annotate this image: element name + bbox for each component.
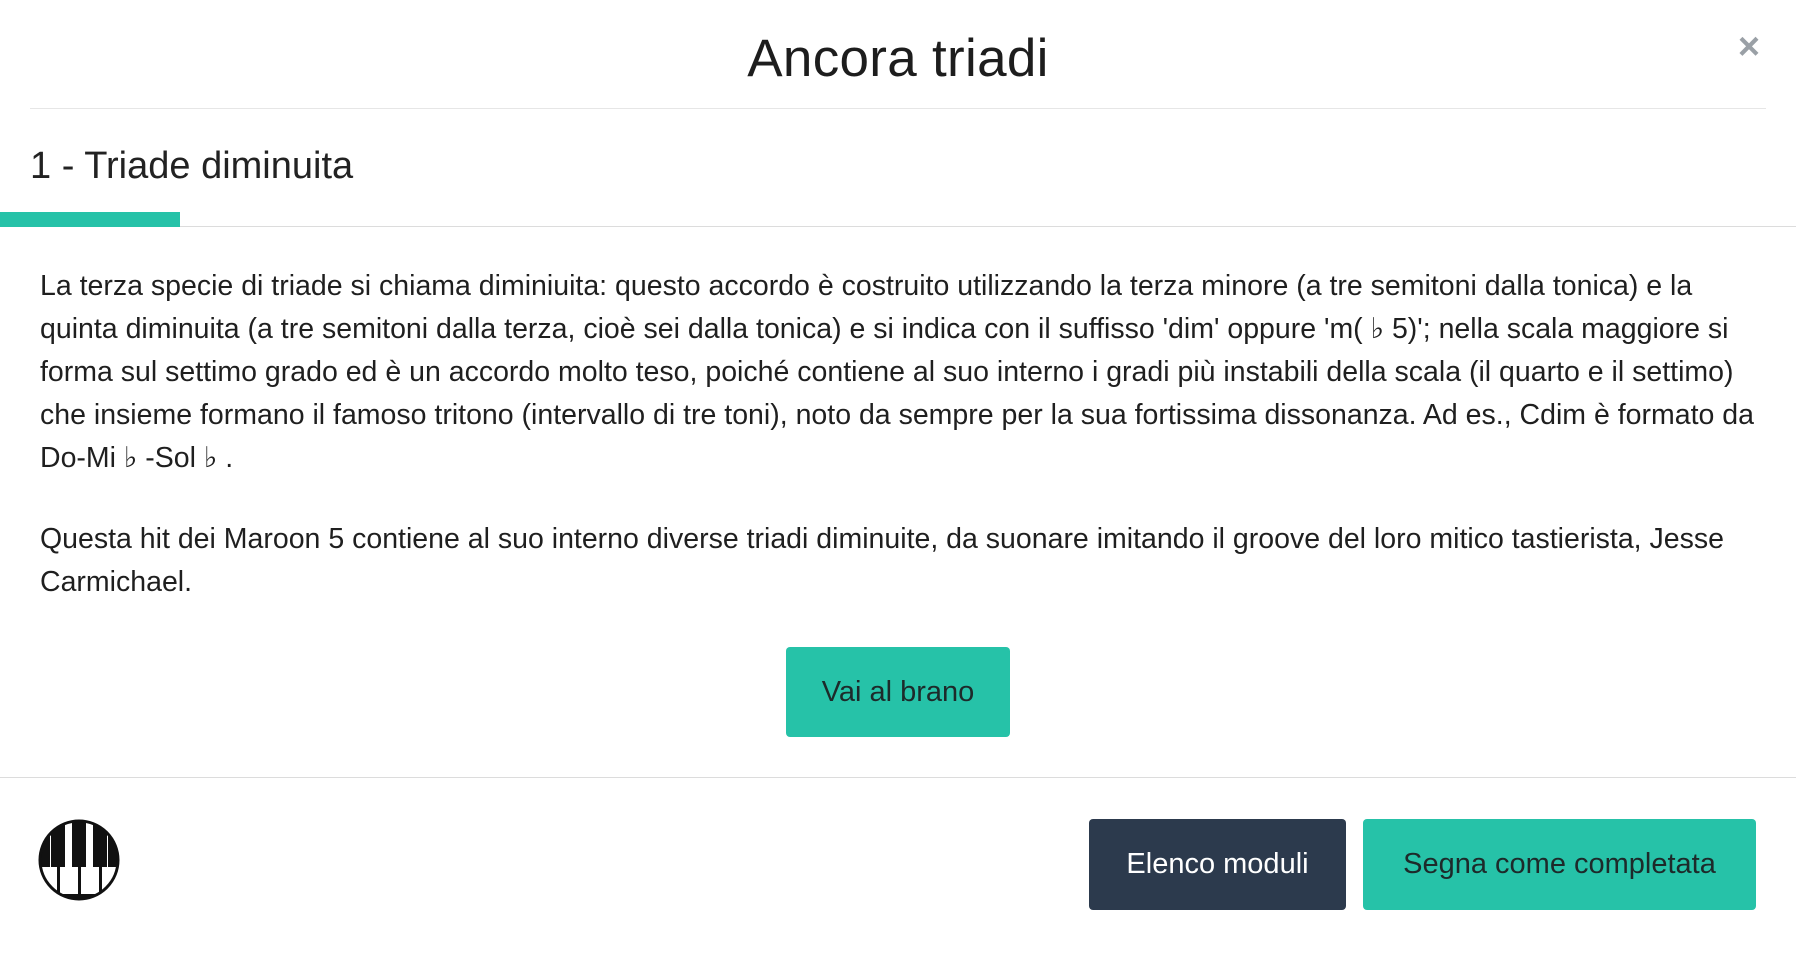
footer-actions: Elenco moduli Segna come completata	[1089, 819, 1756, 910]
section-title: 1 - Triade diminuita	[30, 145, 354, 187]
close-icon[interactable]: ×	[1732, 28, 1766, 66]
modules-list-button[interactable]: Elenco moduli	[1089, 819, 1346, 910]
lesson-paragraph: Questa hit dei Maroon 5 contiene al suo …	[40, 523, 1724, 598]
section-tab[interactable]: 1 - Triade diminuita	[0, 109, 1796, 227]
go-to-song-button[interactable]: Vai al brano	[786, 647, 1010, 737]
modal-title: Ancora triadi	[747, 29, 1049, 88]
modal-header: Ancora triadi ×	[30, 0, 1766, 109]
modal-footer: Elenco moduli Segna come completata	[0, 777, 1796, 970]
piano-keys-icon	[38, 819, 120, 901]
cta-wrapper: Vai al brano	[0, 647, 1796, 737]
lesson-modal: Ancora triadi × 1 - Triade diminuita La …	[0, 0, 1796, 970]
lesson-paragraph: La terza specie di triade si chiama dimi…	[40, 270, 1754, 474]
active-tab-indicator	[0, 212, 180, 227]
lesson-content: La terza specie di triade si chiama dimi…	[40, 265, 1756, 642]
mark-complete-button[interactable]: Segna come completata	[1363, 819, 1756, 910]
